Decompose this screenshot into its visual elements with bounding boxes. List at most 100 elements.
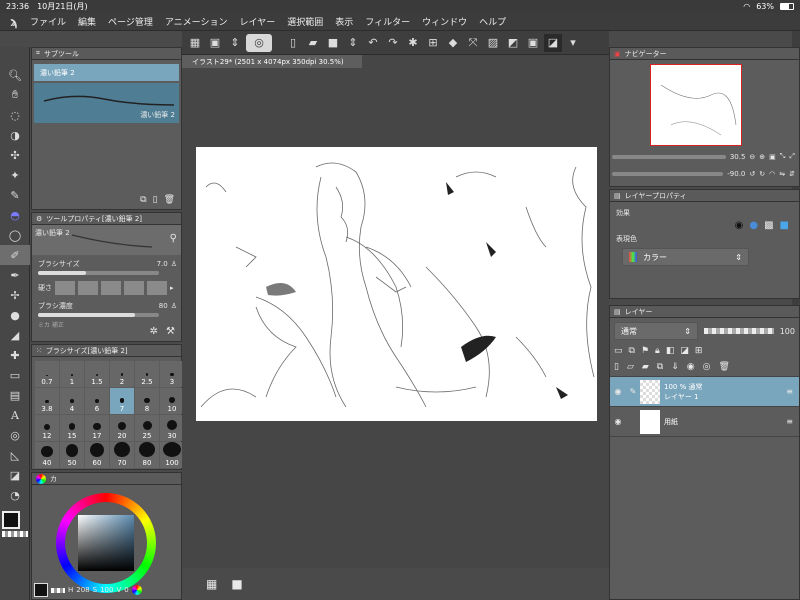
menu-window[interactable]: ウィンドウ <box>416 15 473 28</box>
wrench-settings-icon[interactable]: ⚒ <box>166 326 175 337</box>
decoration-tool-icon[interactable]: ✢ <box>0 285 30 305</box>
apply-mask-icon[interactable]: ◎ <box>703 362 711 372</box>
hardness-box-1[interactable] <box>55 281 75 295</box>
density-value[interactable]: 80 <box>159 302 168 310</box>
save-icon[interactable]: ■ <box>324 34 342 52</box>
ruler-icon[interactable]: ◪ <box>544 33 562 52</box>
color-tab-label[interactable]: カ <box>50 474 57 484</box>
brush-size-item[interactable]: 20 <box>110 415 134 441</box>
layer-clip-icon[interactable]: ⧉ <box>629 346 635 356</box>
hardness-box-5[interactable] <box>147 281 167 295</box>
brush-size-item[interactable]: 0.7 <box>35 361 59 387</box>
rotate-reset-icon[interactable]: ◠ <box>769 170 775 178</box>
menu-view[interactable]: 表示 <box>329 15 359 28</box>
subtool-trash-icon[interactable]: 🗑︎ <box>164 195 175 205</box>
main-color-swatch[interactable] <box>2 511 20 529</box>
hardness-box-2[interactable] <box>78 281 98 295</box>
chevron-right-icon[interactable]: ▸ <box>170 284 174 292</box>
diagonal-icon[interactable]: ⤢ <box>789 152 795 161</box>
brush-size-item[interactable]: 70 <box>110 442 134 468</box>
pencil-tool-icon[interactable]: ✐ <box>0 245 30 265</box>
toolbar-menu-icon[interactable]: ▾ <box>564 34 582 52</box>
navigator-preview[interactable] <box>650 64 742 146</box>
spiral-icon[interactable]: ◎ <box>246 33 272 52</box>
move-tool-icon[interactable]: ✣ <box>0 145 30 165</box>
speech-tool-icon[interactable]: ◔ <box>0 485 30 505</box>
subtool-preview[interactable]: 濃い鉛筆 2 <box>34 83 179 123</box>
brush-size-item[interactable]: 100 <box>160 442 184 468</box>
camera-icon[interactable]: ■ <box>231 577 242 591</box>
brush-size-slider[interactable] <box>38 271 159 275</box>
new-document-icon[interactable]: ▯ <box>284 34 302 52</box>
new-raster-layer-icon[interactable]: ▯ <box>614 362 619 372</box>
brush-size-item[interactable]: 80 <box>135 442 159 468</box>
crop-icon[interactable]: ⤧ <box>464 34 482 52</box>
magnifier-icon[interactable]: ⚲ <box>170 233 177 244</box>
rotate-right-icon[interactable]: ↻ <box>759 170 765 178</box>
hardness-box-4[interactable] <box>124 281 144 295</box>
deselect-icon[interactable]: ▨ <box>484 34 502 52</box>
eye-icon[interactable]: ◉ <box>610 387 626 396</box>
layer-palette-icon[interactable]: ⊞ <box>695 346 703 356</box>
rotation-slider[interactable] <box>612 172 724 176</box>
pattern-effect-icon[interactable]: ▩ <box>764 220 773 231</box>
layer-draft-icon[interactable]: ◪ <box>680 346 689 356</box>
brush-size-item[interactable]: 1.5 <box>85 361 109 387</box>
transform-icon[interactable]: ⊞ <box>424 34 442 52</box>
subtool-item-selected[interactable]: 濃い鉛筆 2 <box>34 64 179 81</box>
expression-color-dropdown[interactable]: カラー ⇕ <box>622 248 749 266</box>
new-folder-icon[interactable]: ▰ <box>642 362 649 372</box>
brush-size-item[interactable]: 12 <box>35 415 59 441</box>
layer-row-2[interactable]: ◉ 用紙 ≡ <box>610 407 799 437</box>
open-folder-icon[interactable]: ▰ <box>304 34 322 52</box>
color-mode-icon[interactable] <box>131 585 142 595</box>
rotation-value[interactable]: -90.0 <box>727 170 745 178</box>
wand-tool-icon[interactable]: ✦ <box>0 165 30 185</box>
brush-size-item[interactable]: 8 <box>135 388 159 414</box>
menu-animation[interactable]: アニメーション <box>159 15 234 28</box>
balloon-tool-icon[interactable]: ◎ <box>0 425 30 445</box>
undo-icon[interactable]: ↶ <box>364 34 382 52</box>
subtool-new-icon[interactable]: ▯ <box>153 195 158 205</box>
brush-size-item[interactable]: 3 <box>160 361 184 387</box>
pressure-icon[interactable]: ♙ <box>171 302 177 310</box>
updown-icon[interactable]: ⇕ <box>226 34 244 52</box>
brush-size-item[interactable]: 25 <box>135 415 159 441</box>
grid-icon[interactable]: ▦ <box>186 34 204 52</box>
opacity-value[interactable]: 100 <box>780 327 795 336</box>
layer-mask-add-icon[interactable]: ◉ <box>687 362 695 372</box>
updown2-icon[interactable]: ⇕ <box>344 34 362 52</box>
brush-size-item[interactable]: 17 <box>85 415 109 441</box>
select-icon[interactable]: ▣ <box>524 34 542 52</box>
fill-tool-icon[interactable]: ◢ <box>0 325 30 345</box>
brush-size-item[interactable]: 7 <box>110 388 134 414</box>
color-wheel-tab-icon[interactable] <box>36 473 46 484</box>
settings-icon[interactable]: ✲ <box>150 326 158 337</box>
animation-timeline-icon[interactable]: ▦ <box>206 577 217 591</box>
correction-tool-icon[interactable]: ◪ <box>0 465 30 485</box>
hand-tool-icon[interactable]: ✋︎ <box>0 85 30 105</box>
brush-tool-icon[interactable]: ◓ <box>0 205 30 225</box>
brush-size-item[interactable]: 50 <box>60 442 84 468</box>
density-slider[interactable] <box>38 313 159 317</box>
transparent-swatch[interactable] <box>51 587 65 593</box>
merge-down-icon[interactable]: ⇓ <box>671 362 679 372</box>
layer-reference-icon[interactable]: ⚑ <box>641 346 649 356</box>
hardness-box-3[interactable] <box>101 281 121 295</box>
text-tool-icon[interactable]: A <box>0 405 30 425</box>
brush-size-value[interactable]: 7.0 <box>157 260 168 268</box>
brush-size-item[interactable]: 6 <box>85 388 109 414</box>
brush-size-item[interactable]: 4 <box>60 388 84 414</box>
pressure-icon[interactable]: ♙ <box>171 260 177 268</box>
menu-selection[interactable]: 選択範囲 <box>281 15 329 28</box>
menu-page[interactable]: ページ管理 <box>102 15 159 28</box>
app-logo-icon[interactable]: ϡ <box>4 14 24 30</box>
gradient-tool-icon[interactable]: ✚ <box>0 345 30 365</box>
blend-mode-dropdown[interactable]: 通常 ⇕ <box>614 322 698 340</box>
blend-tool-icon[interactable]: ● <box>0 305 30 325</box>
zoom-out-icon[interactable]: ⊖ <box>749 153 755 161</box>
pen-icon[interactable]: ✎ <box>626 387 640 396</box>
layer-lock-icon[interactable]: 🔒︎ <box>655 346 660 356</box>
menu-edit[interactable]: 編集 <box>72 15 102 28</box>
menu-file[interactable]: ファイル <box>24 15 72 28</box>
